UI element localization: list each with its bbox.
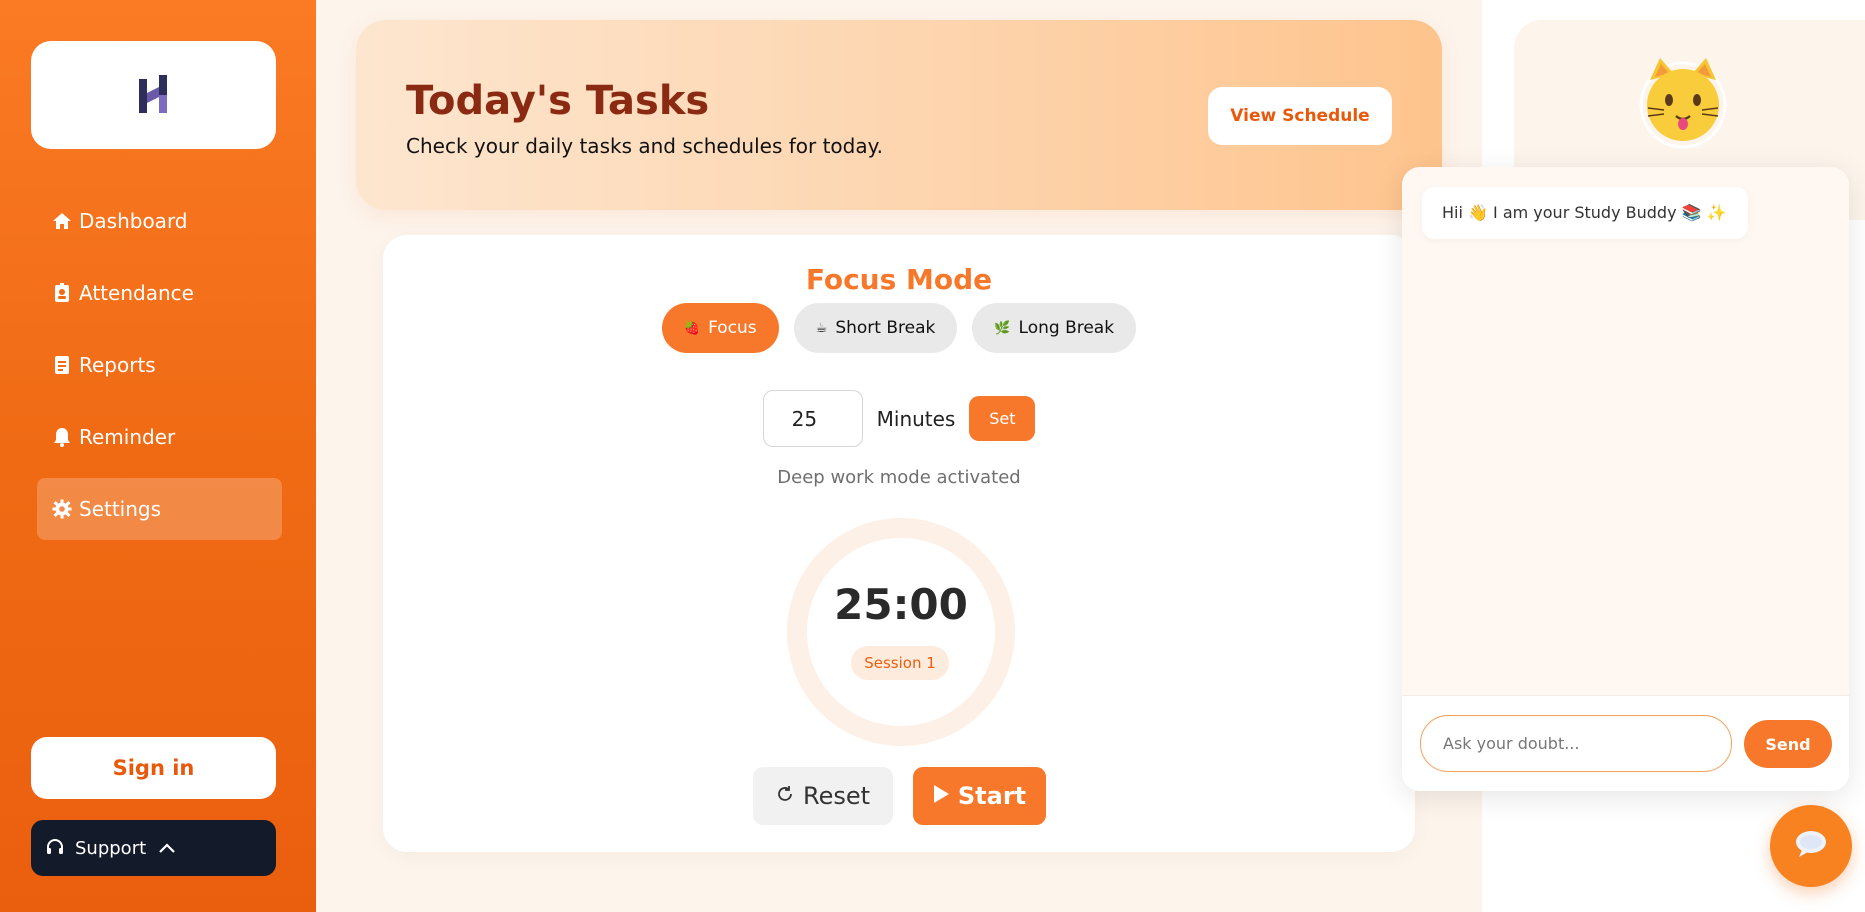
reset-button[interactable]: Reset [752, 767, 893, 825]
sidebar-item-settings[interactable]: Settings [37, 478, 282, 540]
coffee-icon: ☕ [815, 320, 828, 336]
reset-label: Reset [802, 782, 871, 810]
sidebar-nav: Dashboard Attendance Reports Reminder Se… [37, 190, 282, 550]
minutes-input[interactable] [762, 390, 863, 447]
page-title: Today's Tasks [406, 78, 710, 124]
timer-ring [787, 518, 1015, 746]
mode-tabs: 🍓 Focus ☕ Short Break 🌿 Long Break [383, 303, 1415, 353]
chat-input[interactable] [1420, 715, 1732, 772]
tab-short-break[interactable]: ☕ Short Break [793, 303, 958, 353]
chat-panel: Hii 👋 I am your Study Buddy 📚 ✨ Send [1402, 167, 1849, 791]
sidebar-item-label: Attendance [79, 281, 194, 305]
support-button[interactable]: Support [31, 820, 276, 876]
sidebar-item-label: Settings [79, 497, 162, 521]
sidebar-item-attendance[interactable]: Attendance [37, 262, 282, 324]
focus-title: Focus Mode [805, 263, 993, 296]
logo-card[interactable] [31, 41, 276, 149]
timer: 25:00 Session 1 [787, 518, 1015, 746]
cat-avatar-icon[interactable] [1638, 50, 1728, 150]
set-button[interactable]: Set [969, 396, 1036, 441]
tab-focus[interactable]: 🍓 Focus [661, 303, 779, 353]
sidebar-item-reports[interactable]: Reports [37, 334, 282, 396]
tab-label: Short Break [835, 318, 936, 338]
page-subtitle: Check your daily tasks and schedules for… [406, 134, 883, 158]
timer-controls: Reset Start [383, 767, 1415, 825]
home-icon [51, 210, 73, 232]
minutes-label: Minutes [876, 406, 956, 431]
chat-footer: Send [1402, 695, 1849, 791]
headset-icon [45, 838, 65, 858]
strawberry-icon: 🍓 [683, 320, 701, 336]
chat-bubble-icon [1794, 829, 1828, 863]
app-logo-icon [138, 75, 167, 113]
chat-toggle-button[interactable] [1770, 805, 1852, 887]
minutes-row: Minutes Set [383, 390, 1415, 447]
tasks-banner: Today's Tasks Check your daily tasks and… [356, 20, 1442, 210]
mode-description: Deep work mode activated [777, 467, 1021, 488]
chat-messages: Hii 👋 I am your Study Buddy 📚 ✨ [1402, 167, 1849, 695]
send-button[interactable]: Send [1744, 720, 1832, 768]
sign-in-button[interactable]: Sign in [31, 737, 276, 799]
chat-message: Hii 👋 I am your Study Buddy 📚 ✨ [1422, 187, 1748, 239]
sidebar-item-label: Dashboard [79, 209, 188, 233]
report-icon [51, 354, 73, 376]
sidebar-item-dashboard[interactable]: Dashboard [37, 190, 282, 252]
tab-long-break[interactable]: 🌿 Long Break [972, 303, 1137, 353]
tab-label: Long Break [1018, 318, 1115, 338]
refresh-icon [775, 782, 795, 810]
sidebar-item-label: Reminder [79, 425, 176, 449]
leaf-icon: 🌿 [994, 320, 1011, 336]
bell-icon [51, 426, 73, 448]
view-schedule-button[interactable]: View Schedule [1208, 87, 1392, 145]
sidebar-item-label: Reports [79, 353, 156, 377]
chevron-up-icon [158, 842, 176, 854]
id-badge-icon [51, 282, 73, 304]
focus-card: Focus Mode 🍓 Focus ☕ Short Break 🌿 Long … [383, 235, 1415, 852]
session-badge: Session 1 [851, 646, 949, 680]
start-button[interactable]: Start [912, 767, 1046, 825]
gear-icon [51, 498, 73, 520]
support-label: Support [75, 837, 147, 859]
sidebar-item-reminder[interactable]: Reminder [37, 406, 282, 468]
timer-display: 25:00 [834, 580, 968, 629]
start-label: Start [957, 782, 1027, 810]
tab-label: Focus [708, 318, 757, 338]
play-icon [932, 782, 950, 810]
sidebar: Dashboard Attendance Reports Reminder Se… [0, 0, 316, 912]
